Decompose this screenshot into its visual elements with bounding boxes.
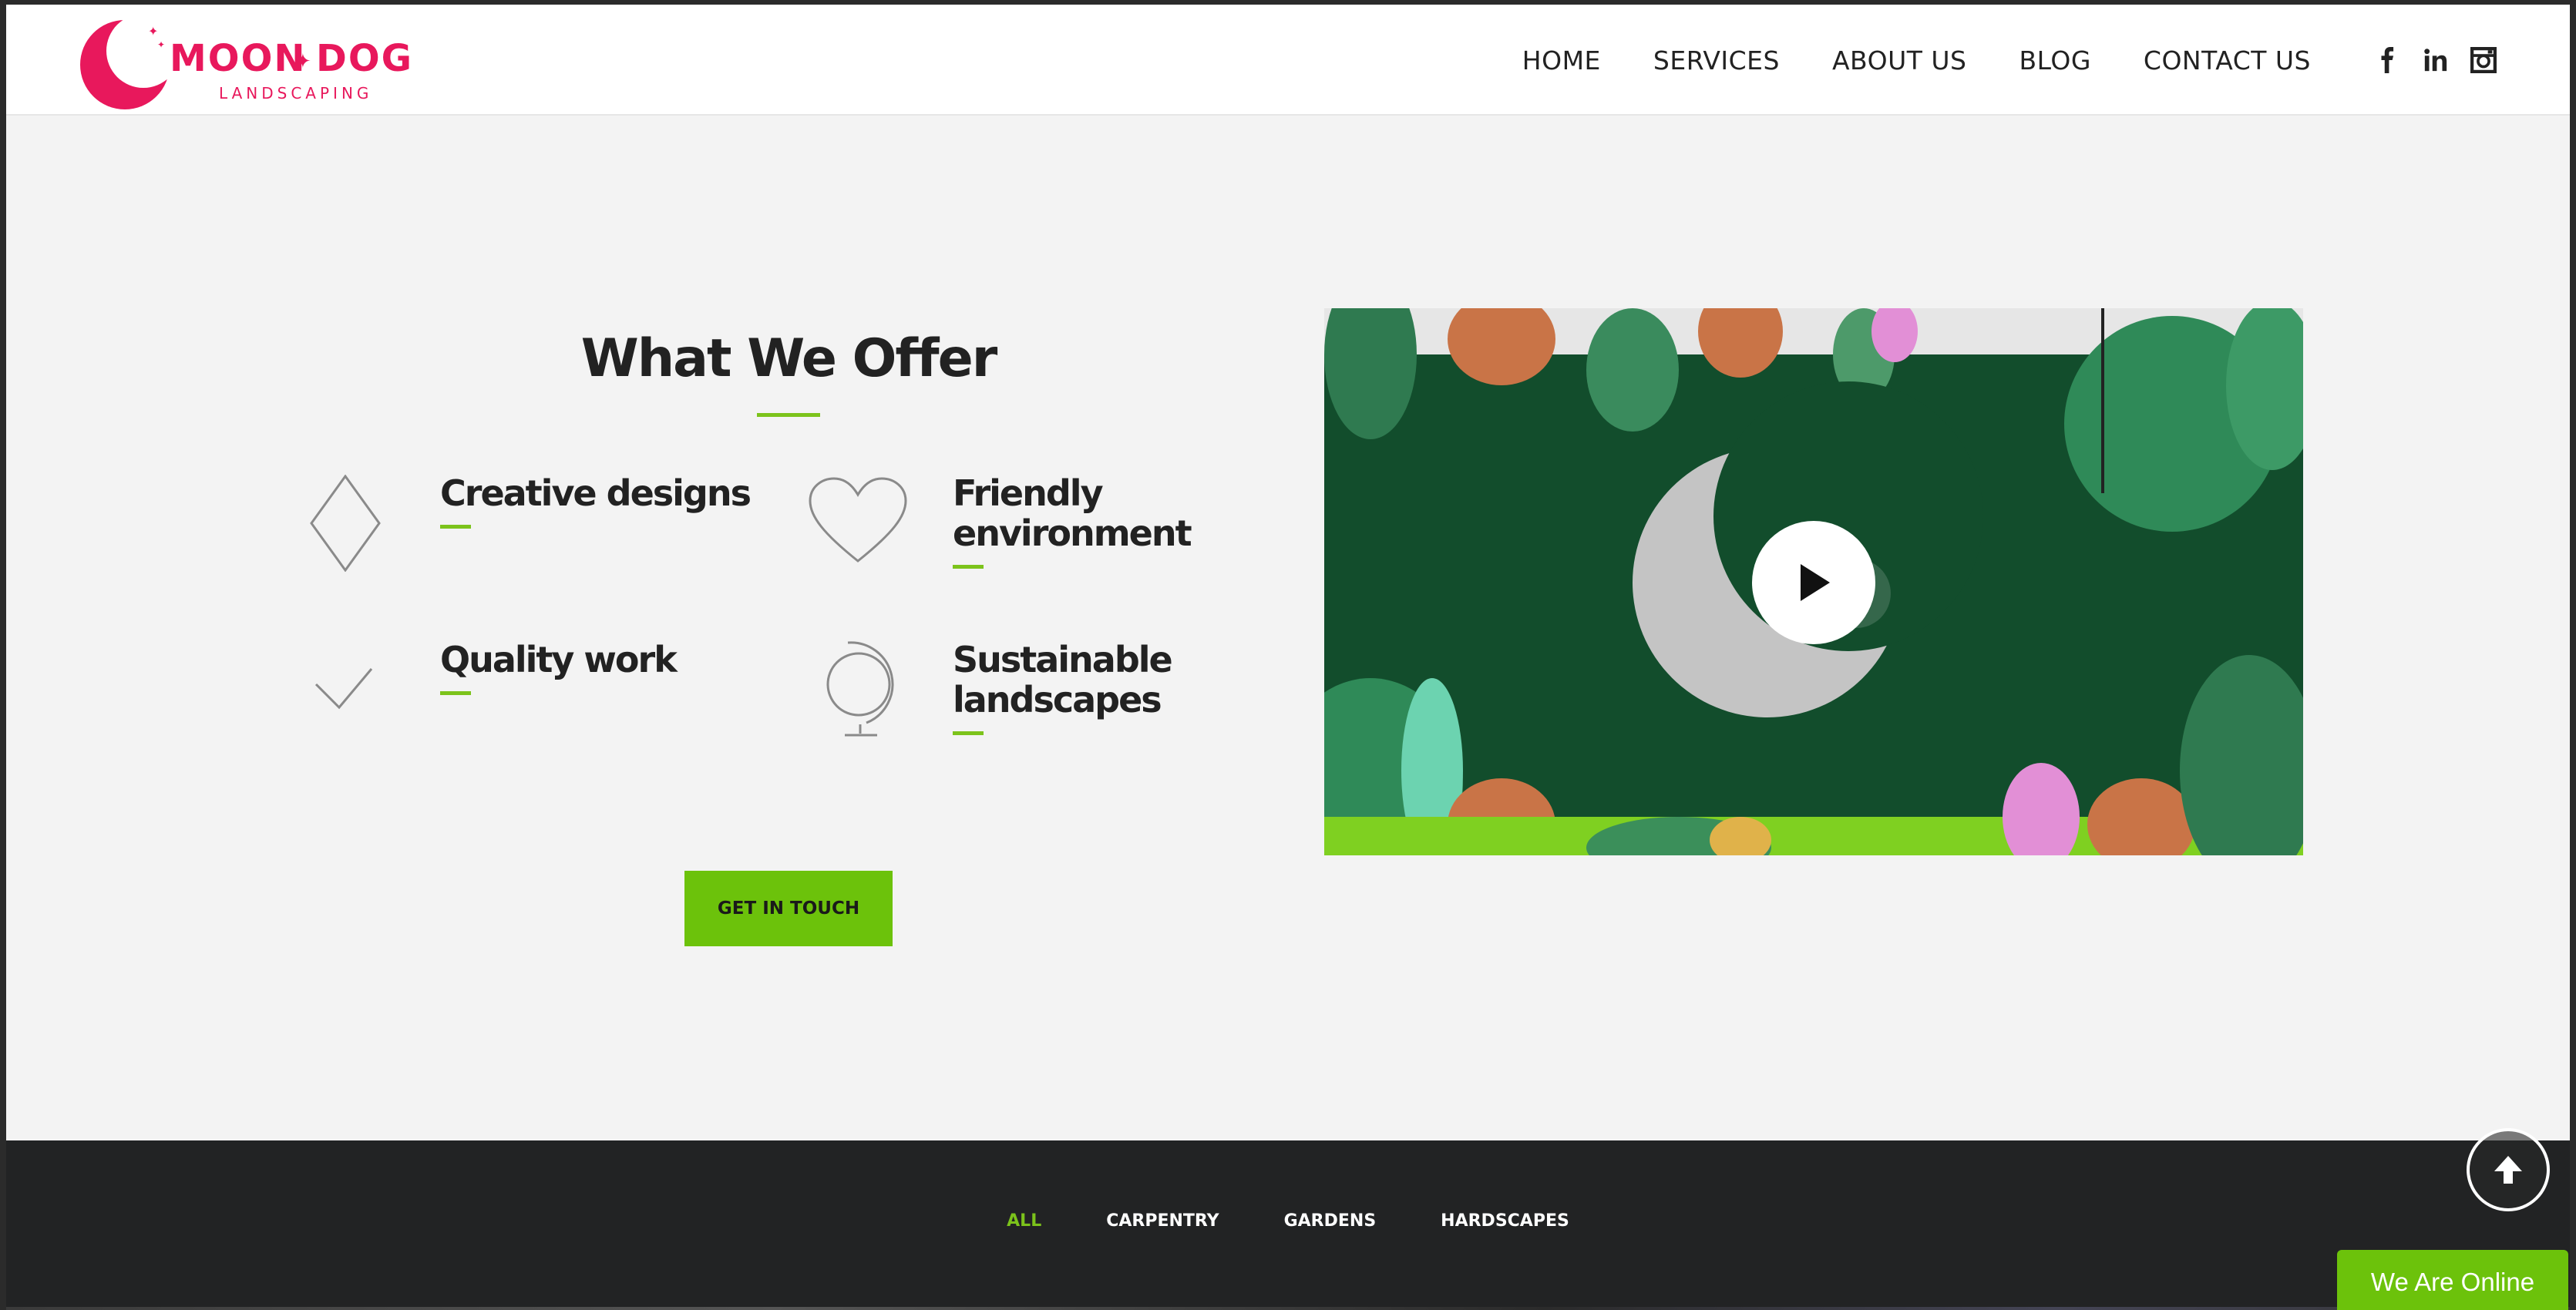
feature-title-sustainable-landscapes: Sustainable landscapes xyxy=(953,639,1173,720)
feature-underline xyxy=(440,525,471,529)
page: ✦ ✦ MOON ✦ DOG LANDSCAPING HOME SERVICES… xyxy=(0,0,2576,1310)
feature-underline xyxy=(953,731,984,735)
brand-logo[interactable]: ✦ ✦ MOON ✦ DOG LANDSCAPING xyxy=(77,14,416,111)
check-icon xyxy=(313,664,375,714)
brand-tagline: LANDSCAPING xyxy=(219,84,372,102)
feature-title-friendly-environment: Friendly environment xyxy=(953,472,1192,554)
nav-blog[interactable]: BLOG xyxy=(2019,45,2091,76)
filter-gardens[interactable]: GARDENS xyxy=(1284,1211,1377,1231)
linkedin-icon[interactable] xyxy=(2420,45,2451,76)
filter-carpentry[interactable]: CARPENTRY xyxy=(1106,1211,1219,1231)
heart-icon xyxy=(808,476,908,569)
feature-title-quality-work: Quality work xyxy=(440,639,678,680)
site-header: ✦ ✦ MOON ✦ DOG LANDSCAPING HOME SERVICES… xyxy=(6,5,2570,116)
svg-text:✦: ✦ xyxy=(157,39,165,50)
brand-name-left: MOON xyxy=(170,37,307,80)
nav-about-us[interactable]: ABOUT US xyxy=(1832,45,1967,76)
nav-contact-us[interactable]: CONTACT US xyxy=(2144,45,2311,76)
feature-title-creative-designs: Creative designs xyxy=(440,472,752,514)
facebook-icon[interactable] xyxy=(2373,45,2403,76)
svg-text:✦: ✦ xyxy=(148,24,158,39)
arrow-up-icon[interactable] xyxy=(2467,1128,2550,1211)
main-nav: HOME SERVICES ABOUT US BLOG CONTACT US xyxy=(1470,5,2499,116)
nav-home[interactable]: HOME xyxy=(1522,45,1601,76)
instagram-icon[interactable] xyxy=(2468,45,2499,76)
feature-underline xyxy=(440,691,471,695)
filter-hardscapes[interactable]: HARDSCAPES xyxy=(1441,1211,1569,1231)
chat-widget-button[interactable]: We Are Online xyxy=(2337,1250,2568,1310)
section-title: What We Offer xyxy=(580,328,998,389)
globe-icon xyxy=(822,640,902,744)
play-icon[interactable] xyxy=(1752,521,1875,644)
filter-all[interactable]: ALL xyxy=(1007,1211,1041,1231)
brand-name-right: DOG xyxy=(316,37,413,80)
social-links xyxy=(2356,45,2499,76)
diamond-icon xyxy=(308,474,382,576)
nav-services[interactable]: SERVICES xyxy=(1653,45,1780,76)
portfolio-image-strip xyxy=(6,1307,2570,1310)
title-underline xyxy=(757,413,820,417)
svg-text:✦: ✦ xyxy=(294,50,311,73)
portfolio-filters: ALL CARPENTRY GARDENS HARDSCAPES xyxy=(6,1211,2570,1231)
feature-underline xyxy=(953,565,984,569)
get-in-touch-button[interactable]: GET IN TOUCH xyxy=(684,871,893,946)
